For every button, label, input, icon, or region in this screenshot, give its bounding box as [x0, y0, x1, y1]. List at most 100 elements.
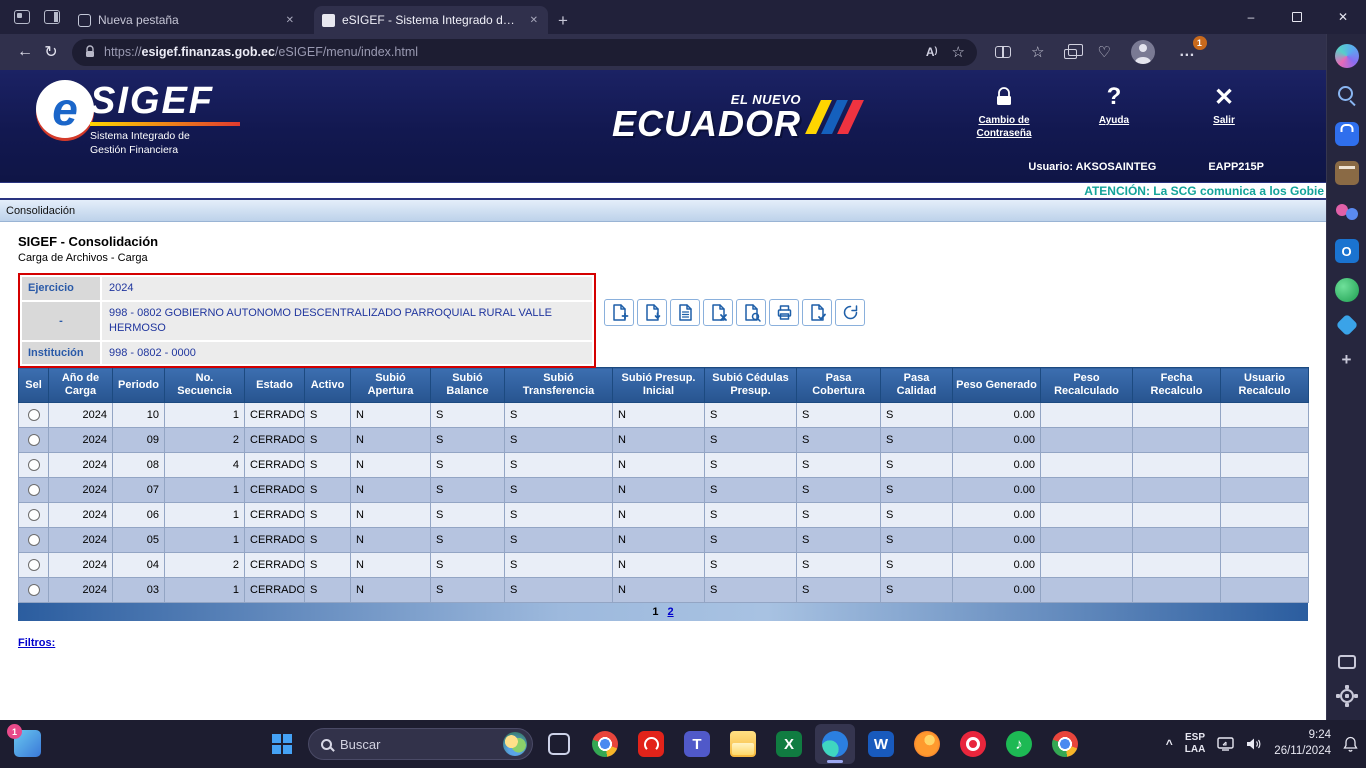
address-bar[interactable]: https://esigef.finanzas.gob.ec/eSIGEF/me…	[72, 38, 977, 66]
cell-cobertura: S	[796, 452, 881, 479]
panel-icon[interactable]	[1337, 655, 1356, 669]
start-button[interactable]	[262, 724, 302, 764]
exit-button[interactable]: ✕ Salir	[1184, 82, 1264, 140]
shopping-icon[interactable]	[1334, 122, 1359, 146]
maximize-button[interactable]	[1274, 0, 1320, 34]
new-tab-button[interactable]: +	[558, 12, 568, 29]
taskbar-widget-icon[interactable]: 1	[7, 724, 41, 757]
filters-link[interactable]: Filtros:	[18, 637, 55, 649]
notification-bell-icon[interactable]	[1343, 736, 1358, 752]
row-select-radio[interactable]	[27, 459, 40, 472]
cell-periodo: 06	[112, 502, 165, 529]
app-firefox[interactable]	[907, 724, 947, 764]
cell-transferencia: S	[504, 427, 613, 454]
settings-more-icon[interactable]: … 1	[1175, 36, 1207, 63]
language-indicator[interactable]: ESP LAA	[1185, 732, 1206, 757]
cell-transferencia: S	[504, 477, 613, 504]
column-header: Peso Generado	[952, 366, 1041, 404]
green-app-icon[interactable]	[1334, 278, 1359, 302]
app-opera[interactable]	[953, 724, 993, 764]
help-button[interactable]: ? Ayuda	[1074, 82, 1154, 140]
row-select-radio[interactable]	[27, 509, 40, 522]
app-acrobat[interactable]	[631, 724, 671, 764]
table-row[interactable]: 2024 10 1 CERRADO S N S S N S S S 0.00	[18, 402, 1309, 429]
row-select-radio[interactable]	[27, 534, 40, 547]
favorite-star-icon[interactable]: ☆	[952, 45, 965, 60]
esigef-logo-e: e	[36, 80, 94, 138]
tray-time: 9:24	[1308, 729, 1331, 742]
change-password-button[interactable]: Cambio de Contraseña	[964, 82, 1044, 140]
app-chrome[interactable]	[585, 724, 625, 764]
app-excel[interactable]: X	[769, 724, 809, 764]
tab-close-icon[interactable]: ✕	[284, 13, 296, 28]
terminal-label: EAPP215P	[1208, 161, 1264, 173]
delete-record-icon[interactable]	[703, 299, 733, 326]
favorites-hub-icon[interactable]: ☆	[1031, 45, 1044, 60]
tab-actions-icon[interactable]	[44, 10, 60, 24]
table-row[interactable]: 2024 07 1 CERRADO S N S S N S S S 0.00	[18, 477, 1309, 504]
table-row[interactable]: 2024 04 2 CERRADO S N S S N S S S 0.00	[18, 552, 1309, 579]
refresh-icon[interactable]: ↻	[38, 42, 64, 62]
outlook-icon[interactable]	[1334, 239, 1359, 263]
row-select-radio[interactable]	[27, 434, 40, 447]
table-row[interactable]: 2024 08 4 CERRADO S N S S N S S S 0.00	[18, 452, 1309, 479]
copilot-icon[interactable]	[1334, 44, 1359, 68]
browser-tab-new[interactable]: Nueva pestaña ✕	[70, 6, 304, 34]
add-icon[interactable]	[1335, 348, 1359, 372]
create-record-icon[interactable]	[604, 299, 634, 326]
row-select-radio[interactable]	[27, 484, 40, 497]
search-icon[interactable]	[1335, 83, 1359, 107]
minimize-button[interactable]: –	[1228, 0, 1274, 34]
tray-chevron-icon[interactable]: ^	[1166, 737, 1173, 751]
read-aloud-icon[interactable]: A)	[926, 45, 938, 59]
cell-peso-generado: 0.00	[952, 402, 1041, 429]
split-screen-icon[interactable]	[995, 46, 1011, 58]
settings-gear-icon[interactable]	[1335, 684, 1359, 708]
save-record-icon[interactable]	[637, 299, 667, 326]
profile-avatar[interactable]	[1130, 40, 1155, 64]
close-button[interactable]: ✕	[1320, 0, 1366, 34]
app-teams[interactable]: T	[677, 724, 717, 764]
browser-tab-esigef[interactable]: eSIGEF - Sistema Integrado de G ✕	[314, 6, 548, 34]
approve-record-icon[interactable]	[802, 299, 832, 326]
table-row[interactable]: 2024 09 2 CERRADO S N S S N S S S 0.00	[18, 427, 1309, 454]
drop-icon[interactable]	[1335, 313, 1358, 337]
collections-icon[interactable]	[1064, 44, 1084, 59]
cell-cobertura: S	[796, 477, 881, 504]
taskbar-search[interactable]: Buscar	[308, 728, 533, 760]
app-task-view[interactable]	[539, 724, 579, 764]
app-edge[interactable]	[815, 724, 855, 764]
pagination-page-1[interactable]: 1	[652, 606, 658, 618]
app-chrome-2[interactable]	[1045, 724, 1085, 764]
breadcrumb-item[interactable]: Consolidación	[6, 205, 75, 217]
tab-title: Nueva pestaña	[98, 13, 179, 27]
pagination-bar: 1 2	[18, 603, 1308, 622]
row-select-radio[interactable]	[27, 409, 40, 422]
pagination-page-2[interactable]: 2	[668, 606, 674, 618]
back-icon[interactable]: ←	[12, 43, 38, 61]
tab-close-icon[interactable]: ✕	[528, 13, 540, 28]
table-row[interactable]: 2024 05 1 CERRADO S N S S N S S S 0.00	[18, 527, 1309, 554]
cell-calidad: S	[880, 452, 953, 479]
row-select-radio[interactable]	[27, 584, 40, 597]
app-spotify[interactable]: ♪	[999, 724, 1039, 764]
table-row[interactable]: 2024 03 1 CERRADO S N S S N S S S 0.00	[18, 577, 1309, 604]
cell-periodo: 10	[112, 402, 165, 429]
reverse-record-icon[interactable]	[835, 299, 865, 326]
table-row[interactable]: 2024 06 1 CERRADO S N S S N S S S 0.00	[18, 502, 1309, 529]
modify-record-icon[interactable]	[670, 299, 700, 326]
clock[interactable]: 9:24 26/11/2024	[1274, 728, 1331, 759]
volume-icon[interactable]	[1246, 737, 1262, 751]
row-select-radio[interactable]	[27, 559, 40, 572]
app-word[interactable]: W	[861, 724, 901, 764]
browser-essentials-icon[interactable]: ♡	[1097, 45, 1110, 60]
print-icon[interactable]	[769, 299, 799, 326]
column-header: Subió Presup. Inicial	[612, 366, 705, 404]
view-record-icon[interactable]	[736, 299, 766, 326]
workspaces-icon[interactable]	[14, 10, 30, 24]
people-icon[interactable]	[1335, 200, 1359, 224]
tools-icon[interactable]	[1334, 161, 1359, 185]
cast-icon[interactable]	[1217, 737, 1234, 751]
app-file-explorer[interactable]	[723, 724, 763, 764]
logo-subtitle-1: Sistema Integrado de	[90, 130, 190, 142]
